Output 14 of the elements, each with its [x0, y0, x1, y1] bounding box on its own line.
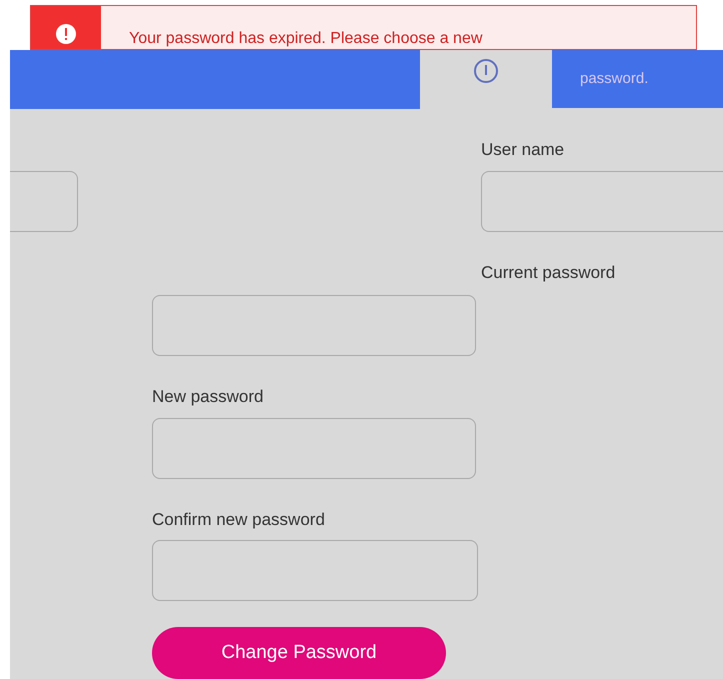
- input-field[interactable]: [481, 170, 723, 232]
- field-label: Current password: [481, 262, 616, 284]
- input-field[interactable]: [152, 540, 478, 601]
- change-password-button[interactable]: Change Password: [152, 627, 446, 679]
- info-icon: [473, 58, 499, 84]
- field-label: User name: [481, 139, 566, 161]
- field-label: Confirm new password: [152, 508, 326, 530]
- input-field[interactable]: [152, 295, 476, 356]
- alert-icon: [55, 23, 77, 45]
- field-label: New password: [152, 386, 264, 408]
- alert-message: Your password has expired. Please choose a new: [129, 31, 482, 49]
- input-field[interactable]: [152, 418, 476, 478]
- alert-message: password.: [580, 68, 648, 89]
- input-field[interactable]: [10, 171, 78, 232]
